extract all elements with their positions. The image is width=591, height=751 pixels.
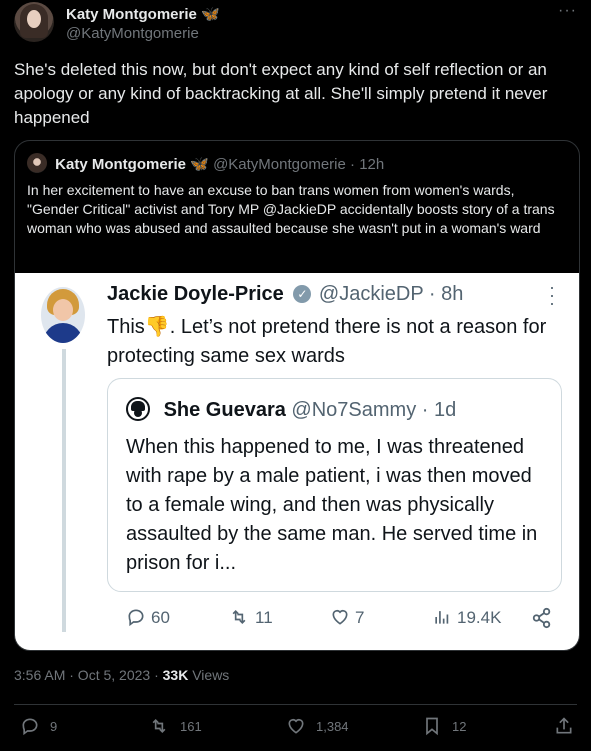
thread-line — [62, 349, 66, 632]
embed-inner-quote: She Guevara @No7Sammy · 1d When this hap… — [107, 378, 562, 592]
divider — [14, 704, 577, 705]
views-count: 33K — [162, 667, 189, 683]
embed-retweet: 11 — [227, 607, 273, 628]
embed-views: 19.4K — [431, 607, 501, 628]
embed-reply: 60 — [125, 607, 170, 628]
retweet-button[interactable]: 161 — [148, 716, 202, 736]
inner-quote-time: 1d — [433, 399, 457, 421]
bookmark-icon — [426, 717, 438, 736]
embed-retweet-count: 11 — [255, 608, 273, 627]
author-name-text[interactable]: Katy Montgomerie — [66, 6, 197, 23]
quote-text: In her excitement to have an excuse to b… — [27, 182, 555, 236]
tweet-header: Katy Montgomerie 🦋 @KatyMontgomerie ··· — [14, 0, 577, 48]
embed-author-handle: @JackieDP — [318, 283, 424, 305]
embed-dot: · — [428, 283, 442, 305]
share-icon — [556, 717, 572, 734]
quote-dot: · — [350, 156, 360, 173]
tweet-time[interactable]: 3:56 AM · Oct 5, 2023 · — [14, 667, 163, 683]
embed-text-rest: . Let’s not pretend there is not a reaso… — [107, 316, 547, 367]
embed-views-count: 19.4K — [457, 608, 502, 627]
more-options-icon[interactable]: ··· — [558, 2, 577, 20]
inner-quote-header: She Guevara @No7Sammy · 1d — [126, 397, 456, 422]
embed-like: 7 — [329, 607, 364, 628]
like-count: 1,384 — [316, 719, 349, 734]
embed-header: Jackie Doyle-Price ✓ @JackieDP · 8h — [107, 283, 463, 306]
verified-icon: ✓ — [293, 285, 312, 303]
inner-quote-dot: · — [421, 399, 434, 421]
embed-author-name: Jackie Doyle-Price — [107, 283, 284, 305]
embed-reply-count: 60 — [151, 608, 170, 627]
retweet-icon — [152, 718, 166, 734]
thumbs-down-icon: 👎 — [144, 316, 170, 338]
embed-text: This👎. Let’s not pretend there is not a … — [107, 313, 547, 371]
embed-time: 8h — [441, 283, 464, 305]
quote-author-name: Katy Montgomerie — [55, 156, 187, 173]
author-name[interactable]: Katy Montgomerie 🦋 — [66, 5, 220, 23]
quote-tweet[interactable]: Katy Montgomerie 🦋 @KatyMontgomerie · 12… — [14, 140, 580, 651]
bookmark-count: 12 — [452, 719, 467, 734]
retweet-icon — [232, 609, 246, 625]
retweet-count: 161 — [180, 719, 202, 734]
butterfly-icon: 🦋 — [201, 6, 220, 23]
reply-button[interactable]: 9 — [20, 716, 57, 736]
tweet-text: She's deleted this now, but don't expect… — [14, 60, 548, 127]
embed-avatar-jacket — [43, 323, 83, 343]
heart-icon — [288, 718, 304, 734]
tweet-actions: 9 161 1,384 12 — [14, 716, 577, 742]
bookmark-button[interactable]: 12 — [422, 716, 466, 736]
quote-time: 12h — [359, 156, 385, 173]
heart-icon — [332, 609, 348, 625]
quote-author-handle: @KatyMontgomerie — [213, 156, 346, 173]
quote-header: Katy Montgomerie 🦋 @KatyMontgomerie · 12… — [27, 153, 384, 173]
embedded-screenshot: Jackie Doyle-Price ✓ @JackieDP · 8h · · · … — [15, 273, 579, 650]
inner-quote-author-handle: @No7Sammy — [291, 399, 417, 421]
embed-avatar — [41, 287, 85, 343]
author-avatar[interactable] — [14, 2, 54, 42]
inner-quote-text: When this happened to me, I was threaten… — [126, 436, 538, 574]
embed-avatar-face — [53, 299, 73, 321]
embed-share — [531, 607, 557, 629]
quote-avatar — [27, 153, 47, 173]
reply-icon — [22, 718, 38, 736]
embed-like-count: 7 — [355, 608, 365, 627]
embed-actions: 60 11 7 19.4K — [107, 607, 567, 637]
inner-quote-avatar — [126, 397, 150, 421]
reply-icon — [128, 609, 144, 627]
views-label: Views — [188, 667, 230, 683]
tweet-meta: 3:56 AM · Oct 5, 2023 · 33K Views — [14, 667, 229, 683]
avatar-face — [27, 10, 41, 28]
butterfly-icon: 🦋 — [190, 156, 209, 173]
embed-text-start: This — [107, 316, 145, 338]
embed-more-icon: · · · — [549, 277, 555, 313]
share-icon — [532, 607, 551, 629]
inner-quote-author-name: She Guevara — [163, 399, 286, 421]
share-button[interactable] — [554, 716, 574, 736]
views-icon — [435, 611, 449, 624]
reply-count: 9 — [50, 719, 58, 734]
author-handle[interactable]: @KatyMontgomerie — [66, 25, 199, 42]
like-button[interactable]: 1,384 — [286, 716, 349, 736]
